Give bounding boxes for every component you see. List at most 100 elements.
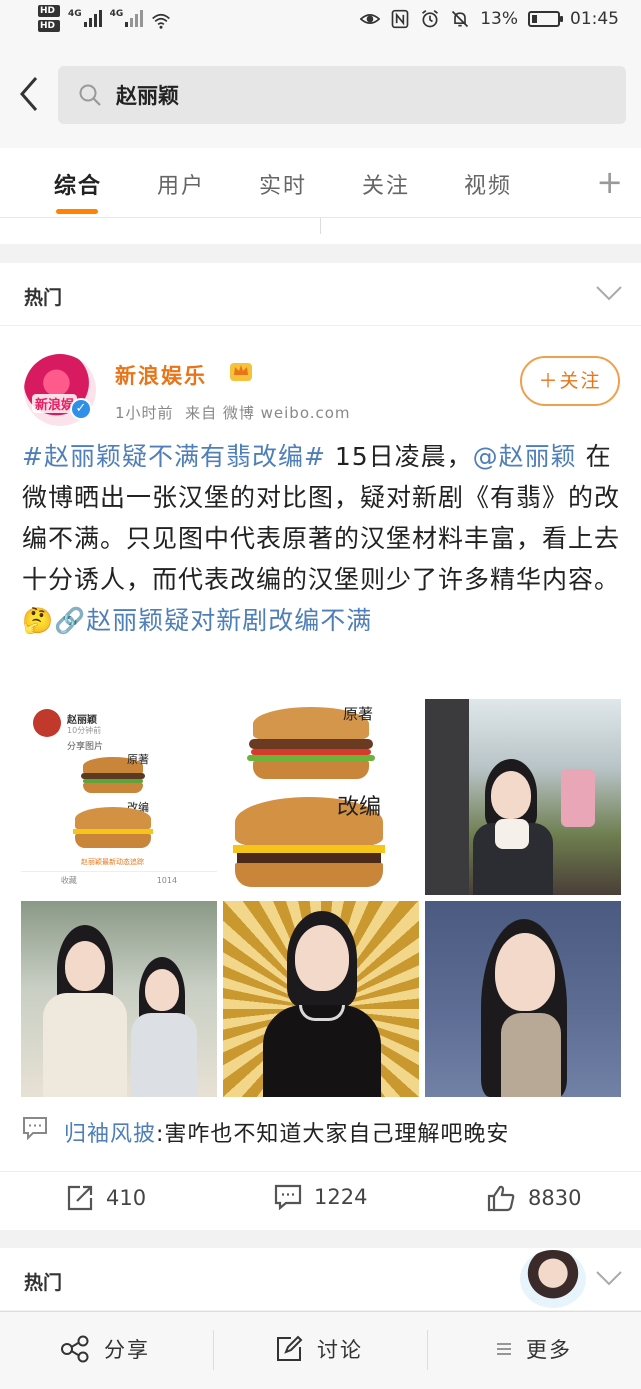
photo-face xyxy=(495,933,555,1011)
article-link[interactable]: 🔗赵丽颖疑对新剧改编不满 xyxy=(54,606,372,635)
image-6[interactable] xyxy=(425,901,621,1097)
mute-icon xyxy=(452,10,469,28)
tab-realtime[interactable]: 实时 xyxy=(259,168,307,200)
eye-icon xyxy=(360,14,381,24)
image-3[interactable] xyxy=(425,699,621,895)
hot-label: 热门 xyxy=(24,287,63,309)
divider xyxy=(213,1330,214,1370)
burger-bottom-bun-2 xyxy=(75,834,151,848)
tab-comprehensive[interactable]: 综合 xyxy=(54,168,102,200)
like-button[interactable]: 8830 xyxy=(486,1184,581,1212)
label-adapted: 改编 xyxy=(337,795,382,820)
post-text: #赵丽颖疑不满有翡改编# 15日凌晨，@赵丽颖 在微博晒出一张汉堡的对比图，疑对… xyxy=(22,436,622,641)
mention-link[interactable]: @赵丽颖 xyxy=(473,442,577,471)
chevron-down-icon[interactable] xyxy=(595,1270,623,1286)
discuss-button[interactable]: 讨论 xyxy=(275,1334,363,1364)
burger-bottom-bun-2 xyxy=(235,863,383,887)
comment-icon xyxy=(274,1184,302,1210)
action-bar: 410 1224 8830 xyxy=(0,1171,641,1231)
share-label: 分享 xyxy=(104,1338,150,1362)
follow-button[interactable]: ＋关注 xyxy=(520,356,620,406)
search-icon xyxy=(79,84,101,106)
like-icon xyxy=(487,1185,515,1212)
image-4[interactable] xyxy=(21,901,217,1097)
post-card[interactable]: 新浪娱 ✓ 新浪娱乐 1小时前 来自 微博 weibo.com ＋关注 #赵丽颖… xyxy=(0,325,641,1230)
comment-preview[interactable]: 归袖风披:害咋也不知道大家自己理解吧晚安 xyxy=(64,1116,509,1148)
alarm-icon xyxy=(422,10,439,28)
discuss-label: 讨论 xyxy=(317,1338,363,1362)
search-input[interactable] xyxy=(116,83,556,107)
photo-face xyxy=(295,925,349,991)
tab-users[interactable]: 用户 xyxy=(157,168,205,200)
mini-action: 分享图片 xyxy=(67,742,104,752)
photo-scarf xyxy=(495,819,529,849)
filter-strip xyxy=(0,218,641,244)
label-original: 原著 xyxy=(343,705,374,723)
wifi-icon xyxy=(152,13,171,29)
battery-percent: 13% xyxy=(480,9,518,29)
crown-icon xyxy=(230,363,252,381)
hot-section-header-2: 热门 xyxy=(0,1248,641,1310)
tab-bar: 综合 用户 实时 关注 视频 + xyxy=(0,148,641,218)
repost-icon xyxy=(67,1185,93,1211)
mini-link: 赵丽颖最新动态追踪 xyxy=(81,858,144,866)
photo-robe xyxy=(43,993,127,1097)
clock: 01:45 xyxy=(570,9,619,29)
more-button[interactable]: 更多 xyxy=(496,1334,572,1364)
mini-author: 赵丽颖 xyxy=(67,715,97,726)
burger-patty xyxy=(249,739,373,749)
thinking-emoji-icon: 🤔 xyxy=(22,606,55,635)
hd-indicators: HD HD xyxy=(38,5,60,32)
status-left: HD HD 4G 4G xyxy=(38,5,171,32)
nfc-icon xyxy=(391,9,409,29)
divider xyxy=(427,1330,428,1370)
like-count: 8830 xyxy=(528,1186,582,1210)
repost-button[interactable]: 410 xyxy=(66,1184,146,1212)
repost-count: 410 xyxy=(106,1186,147,1210)
hashtag-link[interactable]: #赵丽颖疑不满有翡改编# xyxy=(22,442,326,471)
mini-label-original: 原著 xyxy=(127,753,149,766)
photo-face xyxy=(65,941,105,991)
hot-section-header: 热门 xyxy=(0,263,641,325)
photo-face-2 xyxy=(145,969,179,1011)
edit-icon xyxy=(277,1335,303,1361)
bottom-bar: 分享 讨论 更多 xyxy=(0,1311,641,1389)
image-5[interactable] xyxy=(223,901,419,1097)
status-right: 13% 01:45 xyxy=(360,9,619,29)
burger-top-bun-2 xyxy=(75,807,151,831)
photo-top xyxy=(501,1013,561,1097)
burger-bottom-bun xyxy=(83,783,143,793)
hd-badge-2: HD xyxy=(38,20,60,32)
tab-following[interactable]: 关注 xyxy=(362,168,410,200)
image-1[interactable]: 赵丽颖 10分钟前 分享图片 原著 改编 赵丽颖最新动态追踪 收藏 1014 xyxy=(21,699,217,895)
burger-bottom-bun xyxy=(253,761,369,779)
mini-repost: 1014 xyxy=(156,876,178,885)
network-type-1: 4G xyxy=(68,9,82,19)
mini-time: 10分钟前 xyxy=(67,726,102,735)
post-text-part1: 15日凌晨， xyxy=(325,442,473,471)
author-name[interactable]: 新浪娱乐 xyxy=(115,360,207,390)
verified-icon: ✓ xyxy=(70,398,92,420)
image-2[interactable]: 原著 改编 xyxy=(223,699,419,895)
status-bar: HD HD 4G 4G 13% 01:45 xyxy=(0,0,641,44)
comment-count: 1224 xyxy=(314,1185,368,1209)
comment-user[interactable]: 归袖风披 xyxy=(64,1122,156,1147)
back-arrow-icon[interactable] xyxy=(14,74,44,114)
post-meta: 1小时前 来自 微博 weibo.com xyxy=(115,402,351,423)
photo-pink-bag xyxy=(561,769,595,827)
comment-body: :害咋也不知道大家自己理解吧晚安 xyxy=(156,1122,510,1147)
signal-2: 4G xyxy=(110,9,144,27)
burger-cheese xyxy=(233,845,385,853)
mini-footer: 收藏 1014 xyxy=(21,871,217,889)
hd-badge-1: HD xyxy=(38,5,60,17)
comment-icon xyxy=(23,1117,47,1140)
sticker-avatar xyxy=(520,1250,586,1308)
comment-button[interactable]: 1224 xyxy=(274,1184,367,1210)
chevron-down-icon[interactable] xyxy=(595,285,623,301)
plus-icon[interactable]: + xyxy=(596,166,623,198)
share-button[interactable]: 分享 xyxy=(60,1334,150,1364)
menu-icon xyxy=(497,1343,511,1355)
search-box[interactable] xyxy=(58,66,626,124)
tab-video[interactable]: 视频 xyxy=(464,168,512,200)
photo-person-bg xyxy=(425,699,469,895)
